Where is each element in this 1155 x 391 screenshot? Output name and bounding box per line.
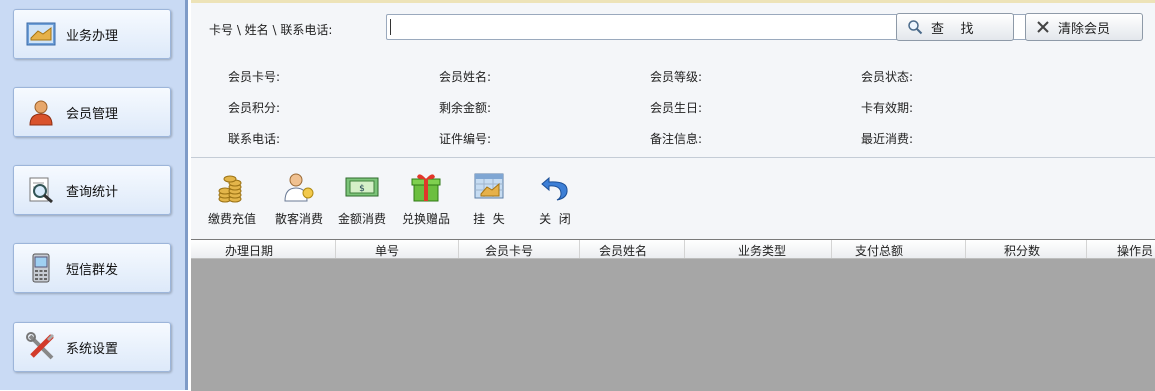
contact-phone-label: 联系电话:	[228, 132, 281, 146]
toolbar: 缴费充值 散客消费 $ 金额消费 兑换赠品 挂 失 关 闭	[191, 170, 1155, 232]
column-header-payment-total[interactable]: 支付总额	[855, 242, 903, 259]
redeem-gift-button[interactable]: 兑换赠品	[402, 170, 450, 232]
report-loss-label: 挂 失	[473, 212, 505, 226]
search-button[interactable]: 查 找	[896, 13, 1014, 41]
top-accent-line	[191, 0, 1155, 3]
records-table[interactable]: 办理日期 单号 会员卡号 会员姓名 业务类型 支付总额 积分数 操作员	[191, 239, 1155, 391]
mobile-phone-icon	[26, 253, 56, 283]
member-level-label: 会员等级:	[650, 70, 703, 84]
text-caret	[390, 19, 391, 35]
remarks-label: 备注信息:	[650, 132, 703, 146]
column-separator	[965, 240, 966, 258]
user-icon	[26, 97, 56, 127]
magnifier-document-icon	[26, 175, 56, 205]
amount-consumption-label: 金额消费	[338, 212, 387, 226]
column-header-date[interactable]: 办理日期	[225, 242, 273, 259]
column-header-card-number[interactable]: 会员卡号	[485, 242, 533, 259]
search-icon	[907, 19, 923, 35]
nav-business-label: 业务办理	[66, 28, 119, 44]
gift-icon	[409, 170, 443, 204]
table-header: 办理日期 单号 会员卡号 会员姓名 业务类型 支付总额 积分数 操作员	[191, 240, 1155, 259]
coins-icon	[215, 170, 249, 204]
column-header-member-name[interactable]: 会员姓名	[599, 242, 647, 259]
search-label: 卡号 \ 姓名 \ 联系电话:	[209, 23, 333, 37]
clear-member-button-label: 清除会员	[1058, 21, 1111, 37]
remaining-balance-label: 剩余金额:	[439, 101, 492, 115]
guest-icon	[282, 170, 316, 204]
nav-member-label: 会员管理	[66, 106, 119, 122]
column-separator	[579, 240, 580, 258]
column-header-business-type[interactable]: 业务类型	[738, 242, 786, 259]
close-button[interactable]: 关 闭	[538, 170, 572, 232]
member-birthday-label: 会员生日:	[650, 101, 703, 115]
close-label: 关 闭	[539, 212, 571, 226]
svg-text:$: $	[359, 184, 365, 194]
redeem-gift-label: 兑换赠品	[402, 212, 451, 226]
last-consumption-label: 最近消费:	[861, 132, 914, 146]
column-separator	[1086, 240, 1087, 258]
id-number-label: 证件编号:	[439, 132, 492, 146]
column-separator	[335, 240, 336, 258]
search-button-label: 查 找	[931, 21, 974, 37]
nav-settings-button[interactable]: 系统设置	[13, 322, 171, 372]
handshake-icon	[26, 19, 56, 49]
member-points-label: 会员积分:	[228, 101, 281, 115]
section-divider	[191, 157, 1155, 158]
column-header-operator[interactable]: 操作员	[1117, 242, 1155, 259]
banknote-icon: $	[345, 170, 379, 204]
tools-icon	[26, 332, 56, 362]
clear-member-button[interactable]: 清除会员	[1025, 13, 1143, 41]
amount-consumption-button[interactable]: $ 金额消费	[338, 170, 386, 232]
nav-sms-label: 短信群发	[66, 262, 119, 278]
guest-consumption-label: 散客消费	[275, 212, 324, 226]
sidebar: 业务办理 会员管理 查询统计 短信群发 系统设置	[0, 0, 188, 390]
undo-close-icon	[538, 170, 572, 204]
nav-settings-label: 系统设置	[66, 341, 119, 357]
guest-consumption-button[interactable]: 散客消费	[275, 170, 323, 232]
column-separator	[458, 240, 459, 258]
main-panel: 卡号 \ 姓名 \ 联系电话: 查 找 清除会员 会员卡号: 会员姓名: 会员等…	[191, 0, 1155, 391]
member-card-label: 会员卡号:	[228, 70, 281, 84]
member-name-label: 会员姓名:	[439, 70, 492, 84]
column-separator	[831, 240, 832, 258]
nav-query-button[interactable]: 查询统计	[13, 165, 171, 215]
recharge-label: 缴费充值	[208, 212, 257, 226]
search-row: 卡号 \ 姓名 \ 联系电话: 查 找 清除会员	[191, 8, 1155, 48]
column-separator	[684, 240, 685, 258]
member-status-label: 会员状态:	[861, 70, 914, 84]
nav-member-button[interactable]: 会员管理	[13, 87, 171, 137]
nav-business-button[interactable]: 业务办理	[13, 9, 171, 59]
report-loss-button[interactable]: 挂 失	[472, 170, 506, 232]
column-header-order-number[interactable]: 单号	[375, 242, 399, 259]
close-icon	[1036, 20, 1050, 34]
card-expiry-label: 卡有效期:	[861, 101, 914, 115]
column-header-points[interactable]: 积分数	[1004, 242, 1040, 259]
recharge-button[interactable]: 缴费充值	[208, 170, 256, 232]
member-info-panel: 会员卡号: 会员姓名: 会员等级: 会员状态: 会员积分: 剩余金额: 会员生日…	[191, 60, 1155, 156]
nav-sms-button[interactable]: 短信群发	[13, 243, 171, 293]
nav-query-label: 查询统计	[66, 184, 119, 200]
report-loss-icon	[472, 170, 506, 204]
